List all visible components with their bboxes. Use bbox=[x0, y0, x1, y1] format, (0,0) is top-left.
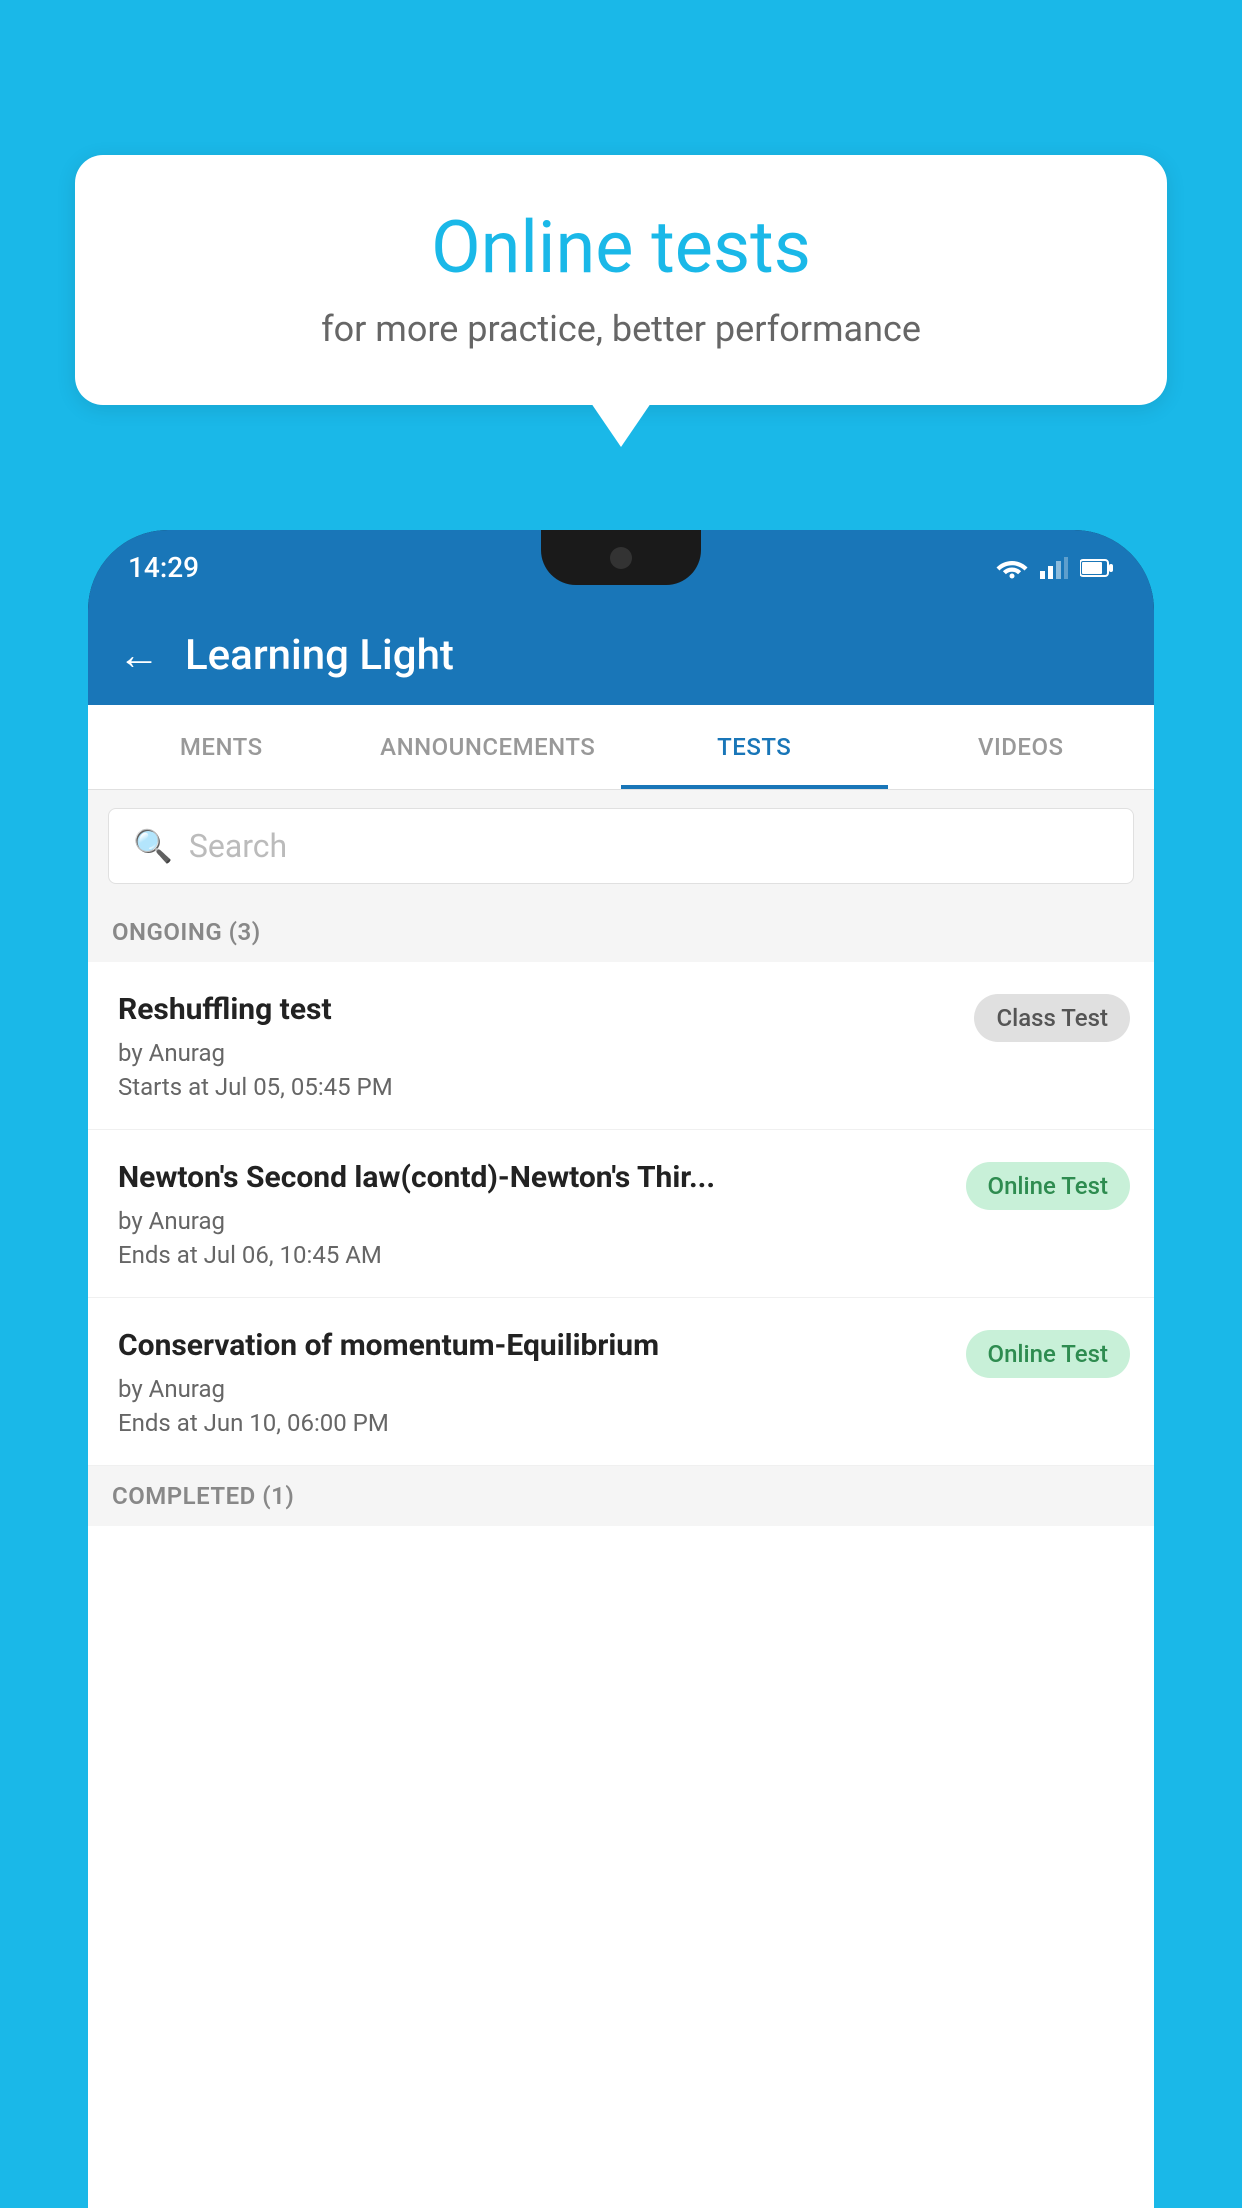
test-item-1[interactable]: Reshuffling test by Anurag Starts at Jul… bbox=[88, 962, 1154, 1130]
test-info-3: Conservation of momentum-Equilibrium by … bbox=[118, 1326, 946, 1437]
signal-icon bbox=[1040, 557, 1068, 579]
test-badge-3: Online Test bbox=[966, 1330, 1130, 1378]
bubble-title: Online tests bbox=[135, 205, 1107, 290]
tab-tests[interactable]: TESTS bbox=[621, 705, 888, 789]
test-badge-2: Online Test bbox=[966, 1162, 1130, 1210]
test-time-3: Ends at Jun 10, 06:00 PM bbox=[118, 1409, 946, 1437]
test-time-1: Starts at Jul 05, 05:45 PM bbox=[118, 1073, 954, 1101]
status-time: 14:29 bbox=[128, 551, 199, 584]
test-by-1: by Anurag bbox=[118, 1039, 954, 1067]
app-bar: ← Learning Light bbox=[88, 605, 1154, 705]
speech-bubble: Online tests for more practice, better p… bbox=[75, 155, 1167, 405]
app-title: Learning Light bbox=[185, 631, 454, 680]
test-name-1: Reshuffling test bbox=[118, 990, 954, 1029]
search-container: 🔍 Search bbox=[88, 790, 1154, 902]
test-badge-1: Class Test bbox=[974, 994, 1130, 1042]
wifi-icon bbox=[996, 557, 1028, 579]
test-name-3: Conservation of momentum-Equilibrium bbox=[118, 1326, 946, 1365]
tab-ments[interactable]: MENTS bbox=[88, 705, 355, 789]
ongoing-section-label: ONGOING (3) bbox=[88, 902, 1154, 962]
notch bbox=[541, 530, 701, 585]
phone-content: MENTS ANNOUNCEMENTS TESTS VIDEOS 🔍 Searc… bbox=[88, 705, 1154, 2208]
phone-frame: 14:29 bbox=[88, 530, 1154, 2208]
test-name-2: Newton's Second law(contd)-Newton's Thir… bbox=[118, 1158, 946, 1197]
test-info-1: Reshuffling test by Anurag Starts at Jul… bbox=[118, 990, 954, 1101]
tab-videos[interactable]: VIDEOS bbox=[888, 705, 1155, 789]
status-icons bbox=[996, 557, 1114, 579]
status-bar: 14:29 bbox=[88, 530, 1154, 605]
completed-section-label: COMPLETED (1) bbox=[88, 1466, 1154, 1526]
bubble-subtitle: for more practice, better performance bbox=[135, 308, 1107, 350]
tabs: MENTS ANNOUNCEMENTS TESTS VIDEOS bbox=[88, 705, 1154, 790]
test-by-2: by Anurag bbox=[118, 1207, 946, 1235]
test-time-2: Ends at Jul 06, 10:45 AM bbox=[118, 1241, 946, 1269]
search-placeholder: Search bbox=[189, 827, 287, 865]
test-info-2: Newton's Second law(contd)-Newton's Thir… bbox=[118, 1158, 946, 1269]
test-item-2[interactable]: Newton's Second law(contd)-Newton's Thir… bbox=[88, 1130, 1154, 1298]
back-button[interactable]: ← bbox=[118, 631, 160, 680]
test-by-3: by Anurag bbox=[118, 1375, 946, 1403]
battery-icon bbox=[1080, 557, 1114, 579]
search-icon: 🔍 bbox=[133, 827, 173, 865]
camera bbox=[610, 547, 632, 569]
tab-announcements[interactable]: ANNOUNCEMENTS bbox=[355, 705, 622, 789]
test-item-3[interactable]: Conservation of momentum-Equilibrium by … bbox=[88, 1298, 1154, 1466]
search-bar[interactable]: 🔍 Search bbox=[108, 808, 1134, 884]
